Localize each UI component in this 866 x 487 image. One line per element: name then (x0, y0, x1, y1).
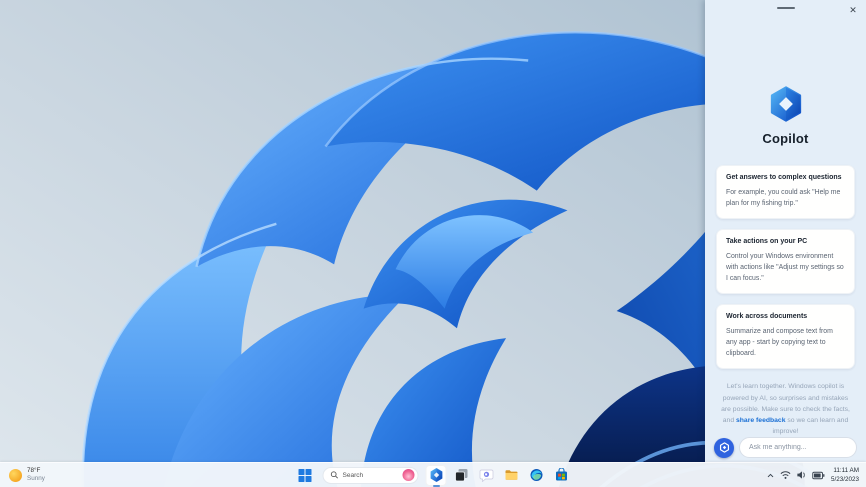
taskbar-center: Search (295, 463, 572, 487)
copilot-panel: ✕ Copilot Get answers to complex questio… (705, 0, 866, 462)
taskbar: 78°F Sunny Search 11:11 AM 5/23/2023 (0, 462, 866, 487)
copilot-input-row (705, 437, 866, 462)
copilot-mini-icon[interactable] (714, 437, 734, 458)
tray-icons[interactable] (766, 470, 825, 480)
card-complex-questions[interactable]: Get answers to complex questions For exa… (716, 165, 855, 220)
tray-time: 11:11 AM (833, 466, 859, 474)
file-explorer-icon[interactable] (501, 465, 522, 486)
search-box[interactable]: Search (322, 466, 419, 484)
volume-icon (797, 471, 805, 479)
copilot-taskbar-icon[interactable] (425, 464, 447, 486)
copilot-title: Copilot (762, 131, 809, 146)
start-button[interactable] (295, 465, 316, 486)
store-icon[interactable] (551, 465, 572, 486)
weather-temperature: 78°F (27, 466, 41, 474)
search-highlight-image (402, 469, 415, 481)
share-feedback-link[interactable]: share feedback (736, 417, 786, 424)
clock[interactable]: 11:11 AM 5/23/2023 (831, 466, 859, 485)
battery-icon (812, 471, 825, 479)
chat-icon[interactable] (476, 465, 497, 486)
card-take-actions[interactable]: Take actions on your PC Control your Win… (716, 229, 855, 295)
card-body: For example, you could ask "Help me plan… (726, 189, 841, 208)
ask-me-anything-input[interactable] (739, 437, 857, 459)
search-icon (330, 471, 339, 479)
suggestion-cards: Get answers to complex questions For exa… (705, 165, 866, 370)
card-heading: Work across documents (726, 313, 808, 321)
task-view-icon[interactable] (451, 465, 472, 486)
card-body: Summarize and compose text from any app … (726, 328, 833, 358)
edge-icon[interactable] (526, 465, 547, 486)
copilot-logo (705, 86, 866, 122)
close-icon[interactable]: ✕ (846, 3, 860, 17)
wifi-icon (780, 471, 791, 479)
card-heading: Get answers to complex questions (726, 174, 842, 181)
desktop: ✕ Copilot Get answers to complex questio… (0, 0, 866, 487)
ai-disclaimer: Let's learn together. Windows copilot is… (718, 381, 853, 437)
weather-widget[interactable]: 78°F Sunny (4, 463, 50, 487)
card-work-across-documents[interactable]: Work across documents Summarize and comp… (716, 304, 855, 370)
weather-condition: Sunny (27, 475, 45, 482)
panel-drag-handle[interactable] (776, 7, 795, 9)
search-placeholder: Search (342, 471, 364, 479)
sun-icon (9, 468, 22, 482)
card-body: Control your Windows environment with ac… (726, 253, 844, 283)
show-hidden-icons-chevron (767, 473, 774, 477)
system-tray: 11:11 AM 5/23/2023 (762, 463, 863, 487)
windows-logo-icon (298, 468, 312, 482)
tray-date: 5/23/2023 (830, 476, 859, 483)
card-heading: Take actions on your PC (726, 238, 808, 246)
